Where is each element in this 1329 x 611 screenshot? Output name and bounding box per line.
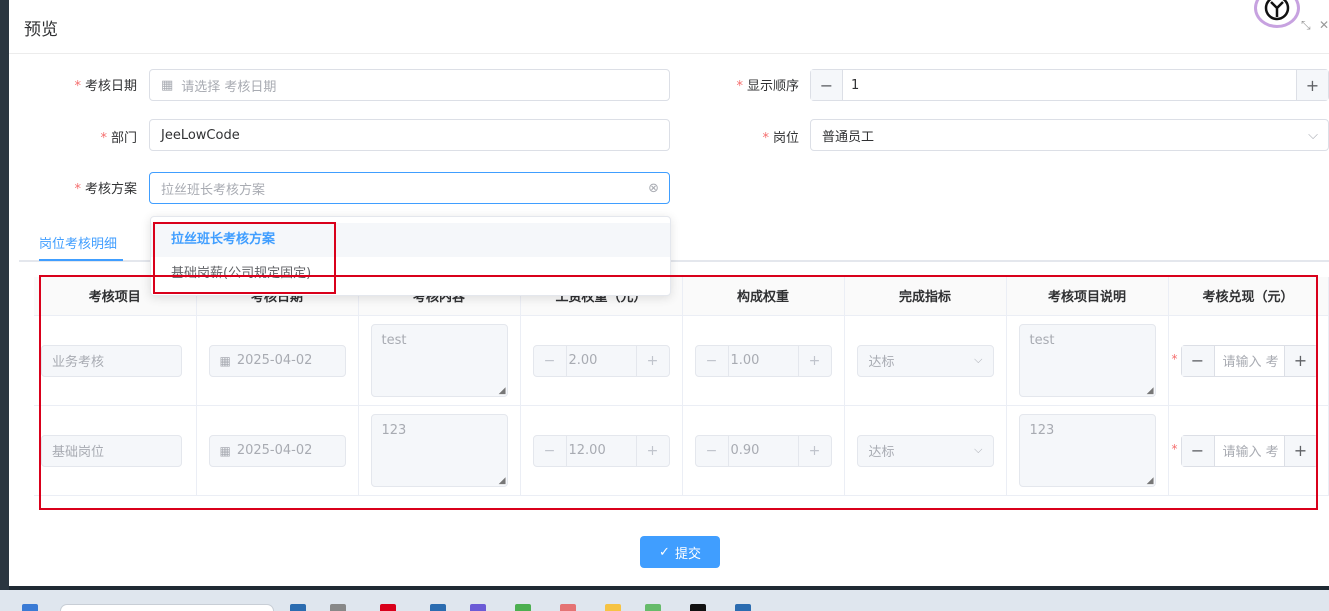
date-label: * 考核日期 <box>74 79 137 94</box>
app-icon[interactable] <box>560 604 576 611</box>
desktop-background <box>0 0 9 611</box>
app-icon[interactable] <box>515 604 531 611</box>
minus-icon[interactable]: − <box>811 70 843 100</box>
check-icon: ✓ <box>659 544 670 560</box>
calendar-icon: ▦ <box>161 77 174 93</box>
plan-label: * 考核方案 <box>74 182 137 197</box>
order-label: * 显示顺序 <box>736 79 799 94</box>
order-stepper[interactable]: − 1 + <box>810 69 1329 101</box>
circle-close-icon[interactable]: ⊗ <box>648 181 659 196</box>
plus-icon[interactable]: + <box>1296 70 1328 100</box>
active-tab-indicator <box>39 259 123 261</box>
app-icon[interactable] <box>470 604 486 611</box>
minimize-icon[interactable]: ⤡ <box>1301 18 1311 33</box>
app-icon[interactable] <box>430 604 446 611</box>
windows-icon[interactable] <box>22 604 38 611</box>
date-field[interactable]: ▦ 请选择 考核日期 <box>149 69 670 101</box>
highlight-box-table <box>39 275 1318 510</box>
submit-button[interactable]: ✓ 提交 <box>640 536 720 568</box>
post-select[interactable]: 普通员工 ⌵ <box>810 119 1329 151</box>
dialog-title: 预览 <box>24 20 58 40</box>
plan-select[interactable]: 拉丝班长考核方案 ⊗ <box>149 172 670 204</box>
tab-post-assessment-detail[interactable]: 岗位考核明细 <box>39 233 117 262</box>
dept-field[interactable]: JeeLowCode <box>149 119 670 151</box>
chevron-down-icon: ⌵ <box>1308 127 1318 143</box>
app-icon[interactable] <box>330 604 346 611</box>
app-icon[interactable] <box>380 604 396 611</box>
taskbar-search[interactable] <box>60 604 274 611</box>
app-icon[interactable] <box>605 604 621 611</box>
avatar[interactable] <box>1254 0 1300 28</box>
logo-icon <box>1264 0 1290 21</box>
app-icon[interactable] <box>690 604 706 611</box>
close-icon[interactable]: ✕ <box>1319 18 1329 32</box>
app-icon[interactable] <box>290 604 306 611</box>
dept-label: * 部门 <box>100 131 137 146</box>
app-icon[interactable] <box>735 604 751 611</box>
post-label: * 岗位 <box>762 131 799 146</box>
dialog-header: 预览 ⤡ ✕ <box>9 0 1329 54</box>
app-icon[interactable] <box>645 604 661 611</box>
